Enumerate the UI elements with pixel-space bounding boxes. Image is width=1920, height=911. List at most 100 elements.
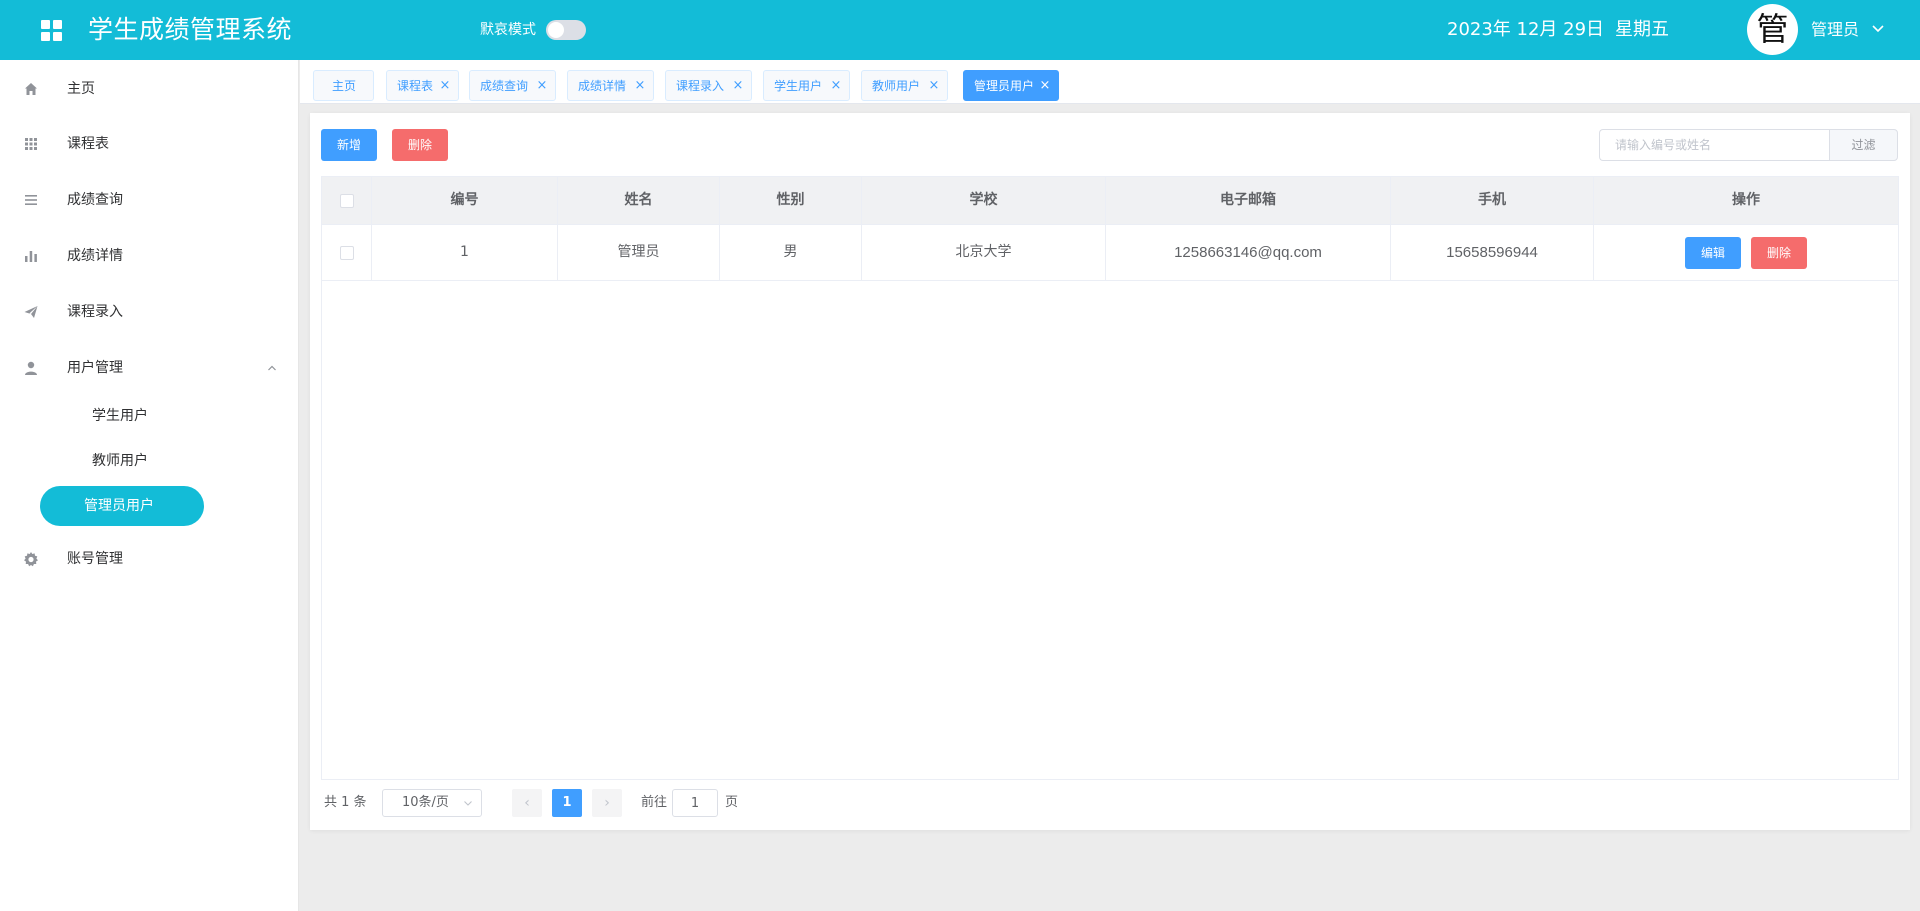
page-suffix: 页 bbox=[725, 795, 739, 810]
avatar[interactable]: 管 bbox=[1747, 4, 1798, 55]
goto-label: 前往 bbox=[641, 795, 668, 810]
column-header[interactable]: 性别 bbox=[720, 177, 862, 224]
chevron-up-icon bbox=[268, 365, 276, 371]
sidebar-item-label: 成绩详情 bbox=[67, 248, 123, 264]
send-icon bbox=[24, 306, 38, 318]
sidebar-item-account-management[interactable]: 账号管理 bbox=[0, 539, 298, 579]
tab-schedule[interactable]: 课程表 × bbox=[386, 70, 459, 101]
mourning-mode-toggle[interactable] bbox=[546, 20, 586, 40]
row-delete-button[interactable]: 删除 bbox=[1751, 237, 1807, 269]
cell-email: 1258663146@qq.com bbox=[1106, 225, 1391, 280]
tab-label: 课程表 bbox=[397, 79, 434, 93]
edit-button[interactable]: 编辑 bbox=[1685, 237, 1741, 269]
tab-teacher-users[interactable]: 教师用户 × bbox=[861, 70, 948, 101]
home-icon bbox=[25, 83, 37, 95]
sidebar-item-home[interactable]: 主页 bbox=[0, 69, 298, 109]
user-icon bbox=[25, 361, 37, 375]
tab-admin-users[interactable]: 管理员用户 × bbox=[963, 70, 1059, 101]
tab-score-detail[interactable]: 成绩详情 × bbox=[567, 70, 654, 101]
delete-button[interactable]: 删除 bbox=[392, 129, 448, 161]
tabs-bar: 主页 课程表 × 成绩查询 × 成绩详情 × 课程录入 × 学生用户 × 教师用… bbox=[300, 60, 1920, 104]
table-header: 编号 姓名 性别 学校 电子邮箱 手机 操作 bbox=[322, 177, 1898, 225]
column-header: 操作 bbox=[1732, 192, 1760, 208]
cell-school: 北京大学 bbox=[862, 225, 1106, 280]
cell-phone: 15658596944 bbox=[1391, 225, 1594, 280]
prev-page-button[interactable]: ‹ bbox=[512, 789, 542, 817]
row-select-cell bbox=[322, 225, 372, 280]
top-header: 学生成绩管理系统 默哀模式 2023年 12月 29日 星期五 管 管理员 bbox=[0, 0, 1920, 60]
chevron-down-icon bbox=[464, 801, 472, 806]
goto-page-input[interactable] bbox=[672, 789, 718, 817]
sidebar-item-label: 账号管理 bbox=[67, 551, 123, 567]
tab-label: 管理员用户 bbox=[974, 79, 1035, 93]
tab-home[interactable]: 主页 bbox=[313, 70, 374, 101]
column-header[interactable]: 手机 bbox=[1391, 177, 1594, 224]
cell-gender: 男 bbox=[720, 225, 862, 280]
sidebar-item-score-detail[interactable]: 成绩详情 bbox=[0, 236, 298, 276]
sidebar-item-label: 用户管理 bbox=[67, 360, 123, 376]
close-icon[interactable]: × bbox=[1039, 78, 1051, 94]
tab-label: 主页 bbox=[332, 79, 357, 93]
sidebar-item-score-query[interactable]: 成绩查询 bbox=[0, 180, 298, 220]
tab-label: 成绩查询 bbox=[480, 79, 529, 93]
sidebar-subitem-teacher-users[interactable]: 教师用户 bbox=[0, 441, 298, 481]
tab-course-entry[interactable]: 课程录入 × bbox=[665, 70, 752, 101]
toggle-knob bbox=[548, 22, 564, 38]
page-size-select[interactable]: 10条/页 bbox=[382, 789, 482, 817]
column-header[interactable]: 电子邮箱 bbox=[1106, 177, 1391, 224]
current-weekday: 星期五 bbox=[1615, 19, 1669, 40]
sidebar-item-label: 成绩查询 bbox=[67, 192, 123, 208]
sidebar-subitem-student-users[interactable]: 学生用户 bbox=[0, 396, 298, 436]
gear-icon bbox=[24, 552, 38, 567]
row-checkbox[interactable] bbox=[340, 246, 354, 260]
main-panel: 新增 删除 过滤 编号 姓名 性别 学校 电子邮箱 手机 操作 1 管理员 男 … bbox=[310, 113, 1910, 830]
chevron-down-icon[interactable] bbox=[1870, 20, 1886, 36]
app-title: 学生成绩管理系统 bbox=[88, 15, 293, 44]
column-header[interactable]: 学校 bbox=[862, 177, 1106, 224]
close-icon[interactable]: × bbox=[928, 78, 940, 94]
current-date: 2023年 12月 29日 bbox=[1447, 19, 1605, 40]
select-all-checkbox[interactable] bbox=[340, 194, 354, 208]
bar-chart-icon bbox=[25, 251, 37, 262]
sidebar-item-schedule[interactable]: 课程表 bbox=[0, 124, 298, 164]
menu-grid-icon[interactable] bbox=[41, 20, 63, 42]
page-size-value: 10条/页 bbox=[402, 795, 449, 810]
sidebar: 主页 课程表 成绩查询 成绩详情 课程录入 用户管理 学生用户 教师用户 管理员… bbox=[0, 60, 299, 911]
table-row: 1 管理员 男 北京大学 1258663146@qq.com 156585969… bbox=[322, 225, 1898, 281]
close-icon[interactable]: × bbox=[439, 78, 451, 94]
column-header[interactable]: 编号 bbox=[372, 177, 558, 224]
tab-score-query[interactable]: 成绩查询 × bbox=[469, 70, 556, 101]
close-icon[interactable]: × bbox=[732, 78, 744, 94]
grid-icon bbox=[25, 138, 37, 150]
sidebar-item-label: 课程表 bbox=[67, 136, 109, 152]
sidebar-subitem-label: 学生用户 bbox=[92, 408, 148, 424]
next-page-button[interactable]: › bbox=[592, 789, 622, 817]
search-input[interactable] bbox=[1599, 129, 1829, 161]
close-icon[interactable]: × bbox=[536, 78, 548, 94]
user-menu-name[interactable]: 管理员 bbox=[1811, 19, 1859, 41]
tab-label: 成绩详情 bbox=[578, 79, 627, 93]
sidebar-item-user-management[interactable]: 用户管理 bbox=[0, 348, 298, 388]
column-header[interactable]: 姓名 bbox=[558, 177, 720, 224]
tab-label: 课程录入 bbox=[676, 79, 725, 93]
page-number-current[interactable]: 1 bbox=[552, 789, 582, 817]
sidebar-item-course-entry[interactable]: 课程录入 bbox=[0, 292, 298, 332]
mourning-mode-label: 默哀模式 bbox=[480, 22, 536, 38]
sidebar-subitem-admin-users[interactable]: 管理员用户 bbox=[40, 486, 204, 526]
select-all-cell bbox=[322, 177, 372, 224]
filter-button[interactable]: 过滤 bbox=[1829, 129, 1898, 161]
tab-label: 教师用户 bbox=[872, 79, 921, 93]
users-table: 编号 姓名 性别 学校 电子邮箱 手机 操作 1 管理员 男 北京大学 1258… bbox=[321, 176, 1899, 780]
sidebar-item-label: 主页 bbox=[67, 81, 95, 97]
sidebar-subitem-label: 教师用户 bbox=[92, 453, 148, 469]
cell-name: 管理员 bbox=[558, 225, 720, 280]
close-icon[interactable]: × bbox=[830, 78, 842, 94]
cell-actions: 编辑 删除 bbox=[1594, 225, 1898, 280]
sidebar-item-label: 课程录入 bbox=[67, 304, 123, 320]
close-icon[interactable]: × bbox=[634, 78, 646, 94]
add-button[interactable]: 新增 bbox=[321, 129, 377, 161]
sidebar-subitem-label: 管理员用户 bbox=[84, 498, 154, 514]
cell-id: 1 bbox=[372, 225, 558, 280]
tab-student-users[interactable]: 学生用户 × bbox=[763, 70, 850, 101]
tab-label: 学生用户 bbox=[774, 79, 823, 93]
